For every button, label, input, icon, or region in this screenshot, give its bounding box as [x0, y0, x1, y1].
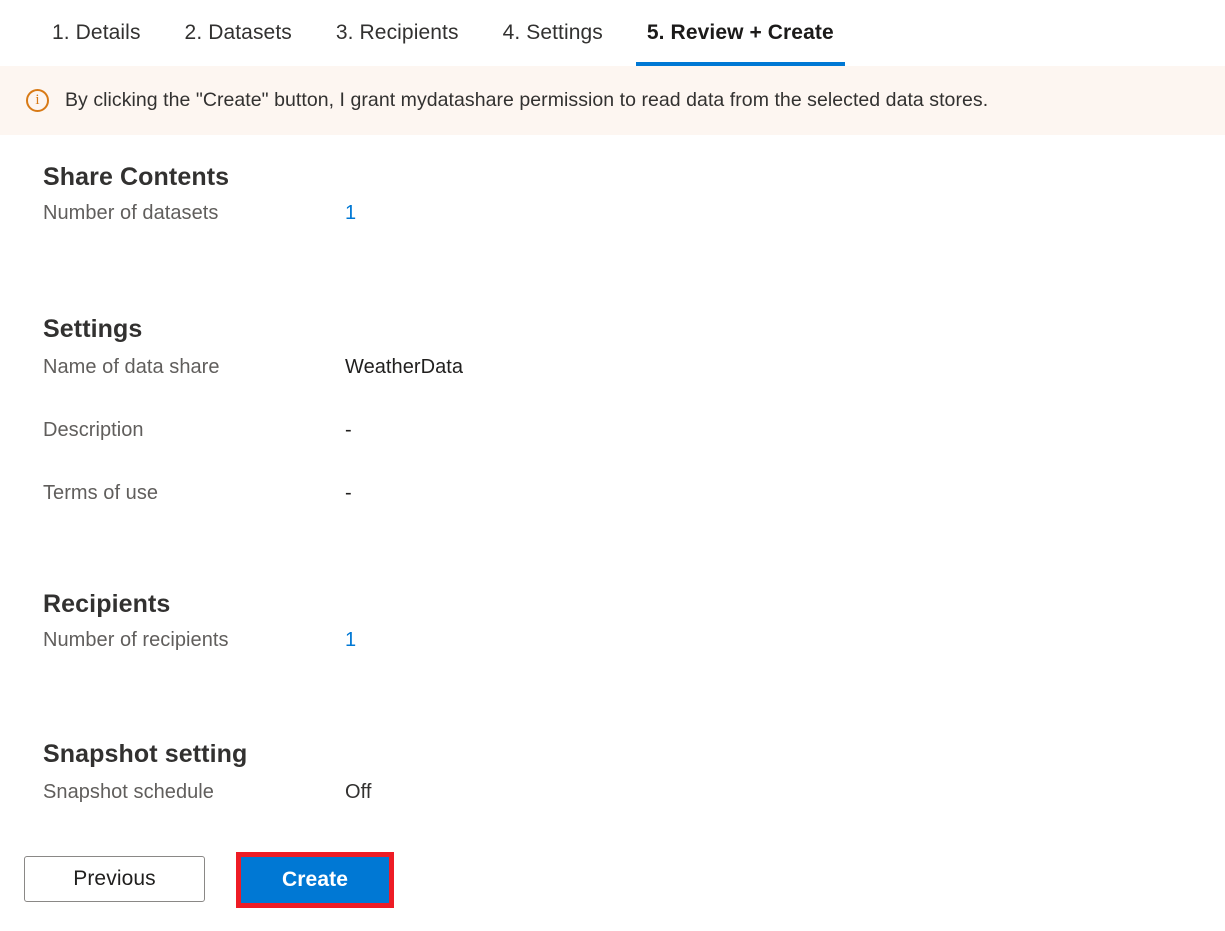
row-name-of-data-share: Name of data share WeatherData [43, 356, 1225, 379]
info-banner: i By clicking the "Create" button, I gra… [0, 66, 1225, 135]
create-button-highlight: Create [236, 852, 394, 908]
wizard-tabstrip: 1. Details 2. Datasets 3. Recipients 4. … [0, 0, 1225, 66]
create-button[interactable]: Create [241, 857, 389, 903]
value-number-of-recipients[interactable]: 1 [345, 629, 356, 652]
value-description: - [345, 419, 352, 442]
value-terms-of-use: - [345, 482, 352, 505]
label-snapshot-schedule: Snapshot schedule [43, 781, 345, 804]
info-circle-icon: i [26, 89, 49, 112]
snapshot-setting-heading: Snapshot setting [43, 740, 1225, 769]
label-terms-of-use: Terms of use [43, 482, 345, 505]
label-number-of-recipients: Number of recipients [43, 629, 345, 652]
tab-settings[interactable]: 4. Settings [481, 0, 625, 66]
tab-recipients[interactable]: 3. Recipients [314, 0, 481, 66]
label-number-of-datasets: Number of datasets [43, 202, 345, 225]
row-number-of-datasets: Number of datasets 1 [43, 202, 1225, 225]
previous-button[interactable]: Previous [24, 856, 205, 902]
row-number-of-recipients: Number of recipients 1 [43, 629, 1225, 652]
tab-details[interactable]: 1. Details [30, 0, 163, 66]
share-contents-heading: Share Contents [43, 163, 1225, 192]
section-share-contents: Share Contents Number of datasets 1 [0, 163, 1225, 225]
value-number-of-datasets[interactable]: 1 [345, 202, 356, 225]
label-description: Description [43, 419, 345, 442]
value-snapshot-schedule: Off [345, 781, 371, 804]
section-snapshot-setting: Snapshot setting Snapshot schedule Off [0, 740, 1225, 804]
settings-heading: Settings [43, 315, 1225, 344]
wizard-footer: Previous Create [0, 852, 1225, 931]
row-terms-of-use: Terms of use - [43, 482, 1225, 505]
recipients-heading: Recipients [43, 590, 1225, 619]
section-settings: Settings Name of data share WeatherData … [0, 315, 1225, 505]
label-name-of-data-share: Name of data share [43, 356, 345, 379]
section-recipients: Recipients Number of recipients 1 [0, 590, 1225, 652]
tab-review-create[interactable]: 5. Review + Create [625, 0, 856, 66]
info-banner-text: By clicking the "Create" button, I grant… [65, 89, 988, 112]
tab-datasets[interactable]: 2. Datasets [163, 0, 314, 66]
row-snapshot-schedule: Snapshot schedule Off [43, 781, 1225, 804]
row-description: Description - [43, 419, 1225, 442]
value-name-of-data-share: WeatherData [345, 356, 463, 379]
